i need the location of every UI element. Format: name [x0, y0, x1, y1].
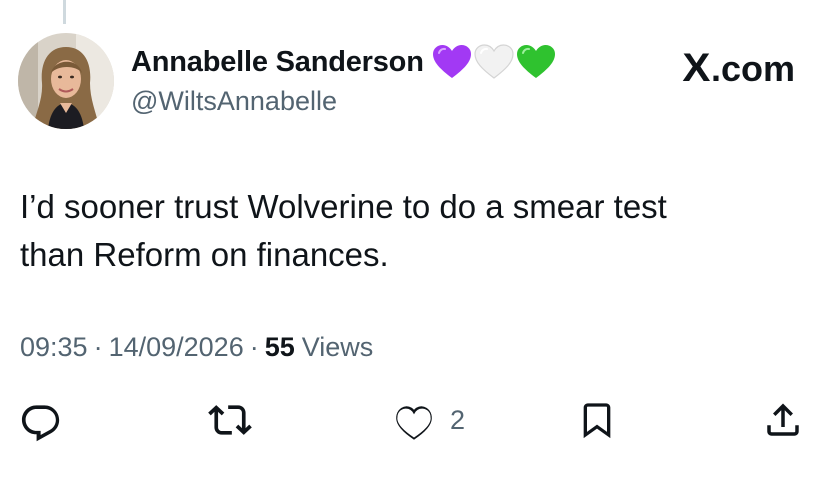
reply-icon [21, 405, 60, 442]
tweet-body: I’d sooner trust Wolverine to do a smear… [20, 183, 800, 279]
tweet-meta: 09:35 · 14/09/2026 · 55 Views [20, 332, 373, 363]
like-count: 2 [450, 404, 466, 435]
purple-heart-icon [432, 45, 471, 78]
meta-separator: · [249, 332, 259, 362]
thread-connector-line [63, 0, 66, 24]
tweet-line: than Reform on finances. [20, 236, 389, 273]
green-heart-icon [516, 45, 555, 78]
bookmark-button[interactable] [577, 398, 617, 442]
white-heart-icon [474, 44, 514, 79]
bookmark-icon [583, 403, 611, 439]
avatar[interactable] [18, 33, 114, 129]
brand-suffix: .com [710, 47, 795, 89]
like-button[interactable]: 2 [392, 398, 465, 442]
meta-separator: · [93, 332, 103, 362]
tweet-line: I’d sooner trust Wolverine to do a smear… [20, 188, 667, 225]
retweet-icon [208, 405, 252, 435]
reply-button[interactable] [19, 398, 63, 442]
author-handle[interactable]: @WiltsAnnabelle [131, 86, 337, 117]
x-logo[interactable]: X .com [683, 46, 795, 91]
tweet-time[interactable]: 09:35 [20, 332, 88, 363]
author-name[interactable]: Annabelle Sanderson [131, 46, 424, 79]
views-label: Views [301, 332, 374, 362]
tweet-date[interactable]: 14/09/2026 [109, 332, 244, 363]
x-logo-icon: X [682, 46, 711, 90]
share-button[interactable] [762, 398, 804, 442]
action-bar: 2 [0, 398, 828, 444]
like-icon [396, 406, 432, 440]
views-count: 55 [264, 332, 295, 362]
retweet-button[interactable] [207, 398, 253, 442]
share-icon [767, 403, 799, 436]
author-badges [432, 44, 556, 80]
author-row: Annabelle Sanderson [131, 42, 556, 82]
